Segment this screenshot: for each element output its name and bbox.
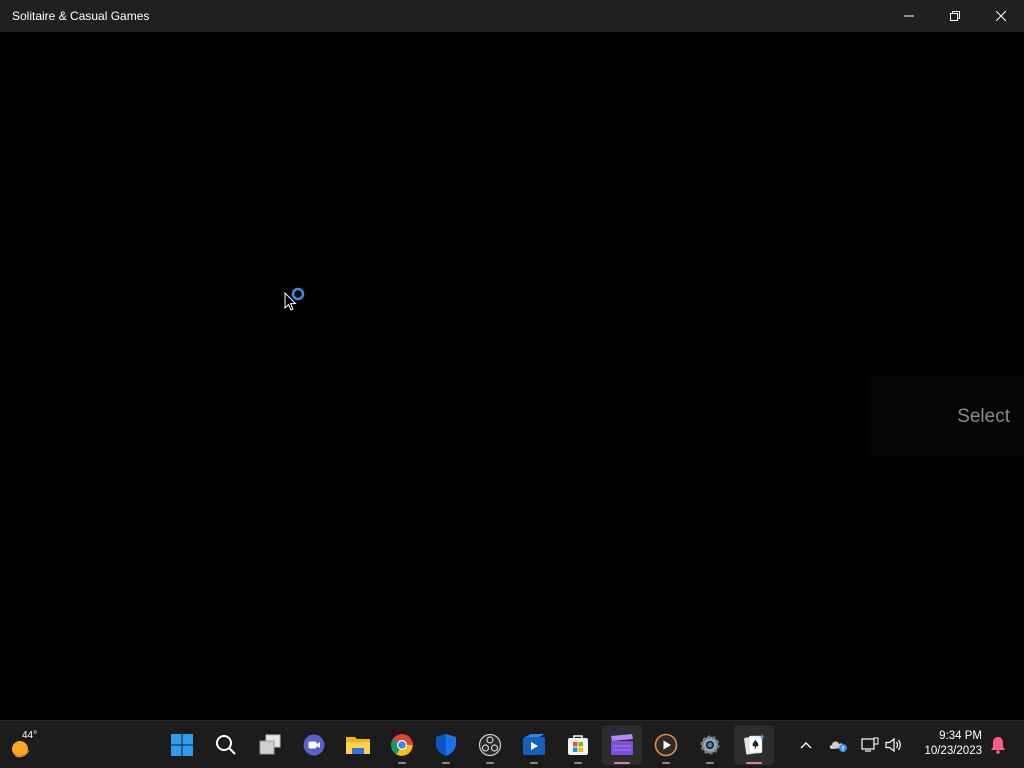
video-editor-button[interactable] (514, 725, 554, 765)
running-indicator (442, 762, 450, 764)
chat-button[interactable] (294, 725, 334, 765)
network-icon (861, 737, 879, 752)
volume-icon (885, 737, 901, 753)
active-indicator (746, 762, 762, 764)
close-icon (996, 11, 1006, 21)
running-indicator (486, 762, 494, 764)
start-button[interactable] (162, 725, 202, 765)
video-editor-icon (523, 734, 545, 755)
chrome-button[interactable] (382, 725, 422, 765)
defender-button[interactable] (426, 725, 466, 765)
running-indicator (662, 762, 670, 764)
running-indicator (398, 762, 406, 764)
running-indicator (530, 762, 538, 764)
task-view-icon (259, 734, 281, 755)
clock[interactable]: 9:34 PM 10/23/2023 (912, 729, 982, 759)
windows-start-icon (171, 734, 193, 756)
show-hidden-icons-button[interactable] (794, 733, 818, 757)
minimize-button[interactable] (886, 0, 932, 32)
taskbar: 44° 9:34 PM 10/23/2023 (0, 720, 1024, 768)
title-bar: Solitaire & Casual Games (0, 0, 1024, 32)
search-icon (216, 735, 236, 755)
volume-button[interactable] (882, 733, 906, 757)
restore-button[interactable] (932, 0, 978, 32)
clapperboard-icon (611, 734, 633, 755)
gear-icon (700, 735, 720, 755)
network-button[interactable] (858, 733, 882, 757)
store-icon (568, 735, 588, 755)
restore-icon (950, 11, 960, 21)
solitaire-icon (744, 734, 766, 755)
clock-time: 9:34 PM (939, 730, 982, 742)
store-button[interactable] (558, 725, 598, 765)
chrome-icon (391, 734, 413, 756)
play-icon (654, 733, 678, 757)
weather-temperature: 44° (22, 730, 38, 741)
media-player-button[interactable] (646, 725, 686, 765)
select-panel[interactable]: Select (868, 377, 1024, 457)
clock-date: 10/23/2023 (924, 745, 982, 757)
loading-spinner-icon (291, 287, 305, 301)
chat-icon (303, 734, 325, 756)
game-canvas[interactable]: Select (0, 32, 1024, 720)
notifications-button[interactable] (986, 733, 1010, 757)
obs-icon (478, 733, 502, 757)
running-indicator (706, 762, 714, 764)
onedrive-button[interactable] (826, 733, 850, 757)
window-title: Solitaire & Casual Games (12, 9, 150, 23)
onedrive-icon (829, 741, 847, 752)
settings-button[interactable] (690, 725, 730, 765)
running-indicator (574, 762, 582, 764)
clapperboard-button[interactable] (602, 725, 642, 765)
active-indicator (614, 762, 630, 764)
folder-icon (346, 737, 370, 754)
shield-icon (436, 734, 456, 756)
solitaire-button[interactable] (734, 725, 774, 765)
file-explorer-button[interactable] (338, 725, 378, 765)
close-button[interactable] (978, 0, 1024, 32)
obs-button[interactable] (470, 725, 510, 765)
bell-icon (991, 737, 1005, 754)
task-view-button[interactable] (250, 725, 290, 765)
minimize-icon (904, 15, 914, 17)
search-button[interactable] (206, 725, 246, 765)
weather-widget[interactable]: 44° (8, 727, 48, 763)
select-label: Select (957, 406, 1010, 427)
chevron-up-icon (800, 742, 812, 749)
